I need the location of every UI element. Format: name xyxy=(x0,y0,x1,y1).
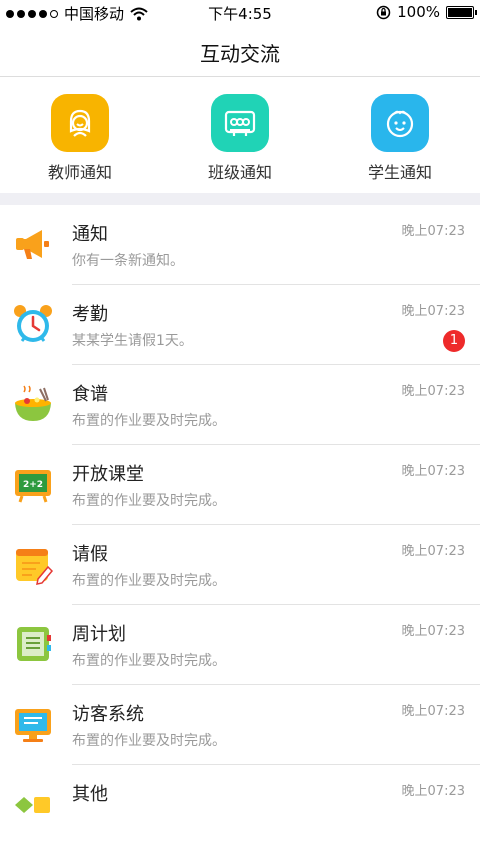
item-title: 通知 xyxy=(72,224,108,245)
class-icon xyxy=(211,94,269,152)
item-title: 其他 xyxy=(72,784,108,805)
student-icon xyxy=(371,94,429,152)
item-time: 晚上07:23 xyxy=(401,304,465,319)
alarm-clock-icon xyxy=(14,305,52,342)
message-list: 通知 你有一条新通知。 晚上07:23 考勤 某某学生请假1天。 晚上07:23… xyxy=(0,205,480,845)
status-bar: 中国移动 下午4:55 100% xyxy=(0,0,480,26)
item-subtitle: 布置的作业要及时完成。 xyxy=(72,733,226,749)
list-item-attendance[interactable]: 考勤 某某学生请假1天。 晚上07:23 1 xyxy=(0,285,480,365)
item-subtitle: 布置的作业要及时完成。 xyxy=(72,493,226,509)
item-time: 晚上07:23 xyxy=(401,224,465,239)
item-subtitle: 布置的作业要及时完成。 xyxy=(72,573,226,589)
notebook-icon xyxy=(17,627,51,661)
shapes-icon xyxy=(15,797,50,813)
item-title: 请假 xyxy=(72,544,108,565)
item-subtitle: 某某学生请假1天。 xyxy=(72,333,193,349)
quick-teacher-notice[interactable]: 教师通知 xyxy=(0,77,160,193)
svg-text:2+2: 2+2 xyxy=(23,480,43,490)
megaphone-icon xyxy=(16,230,49,259)
quick-student-label: 学生通知 xyxy=(367,163,432,182)
blackboard-icon: 2+2 xyxy=(15,470,51,503)
list-item-notice[interactable]: 通知 你有一条新通知。 晚上07:23 xyxy=(0,205,480,285)
page-title: 互动交流 xyxy=(200,42,280,66)
item-time: 晚上07:23 xyxy=(401,464,465,479)
food-bowl-icon xyxy=(15,385,51,421)
list-item-weekly-plan[interactable]: 周计划 布置的作业要及时完成。 晚上07:23 xyxy=(0,605,480,685)
item-time: 晚上07:23 xyxy=(401,704,465,719)
quick-teacher-label: 教师通知 xyxy=(47,163,112,182)
battery-percent: 100% xyxy=(397,3,440,21)
item-subtitle: 布置的作业要及时完成。 xyxy=(72,653,226,669)
rotation-lock-icon xyxy=(376,5,391,19)
list-item-visitor-system[interactable]: 访客系统 布置的作业要及时完成。 晚上07:23 xyxy=(0,685,480,765)
nav-bar: 互动交流 xyxy=(0,26,480,77)
item-title: 食谱 xyxy=(72,384,108,405)
note-pencil-icon xyxy=(16,549,54,585)
item-time: 晚上07:23 xyxy=(401,384,465,399)
item-title: 开放课堂 xyxy=(72,464,144,485)
teacher-icon xyxy=(51,94,109,152)
quick-actions: 教师通知 班级通知 学生通知 xyxy=(0,77,480,193)
battery-icon xyxy=(446,5,477,19)
item-title: 周计划 xyxy=(72,624,126,645)
quick-class-notice[interactable]: 班级通知 xyxy=(160,77,320,193)
quick-class-label: 班级通知 xyxy=(207,163,272,182)
item-title: 考勤 xyxy=(72,304,108,325)
section-divider xyxy=(0,193,480,205)
item-time: 晚上07:23 xyxy=(401,784,465,799)
status-right: 100% xyxy=(376,3,477,21)
quick-student-notice[interactable]: 学生通知 xyxy=(320,77,480,193)
list-item-leave[interactable]: 请假 布置的作业要及时完成。 晚上07:23 xyxy=(0,525,480,605)
list-item-recipe[interactable]: 食谱 布置的作业要及时完成。 晚上07:23 xyxy=(0,365,480,445)
unread-badge: 1 xyxy=(443,330,465,352)
item-title: 访客系统 xyxy=(72,704,144,725)
item-time: 晚上07:23 xyxy=(401,624,465,639)
item-subtitle: 布置的作业要及时完成。 xyxy=(72,413,226,429)
list-item-open-class[interactable]: 2+2 开放课堂 布置的作业要及时完成。 晚上07:23 xyxy=(0,445,480,525)
item-time: 晚上07:23 xyxy=(401,544,465,559)
monitor-icon xyxy=(15,709,51,742)
item-subtitle: 你有一条新通知。 xyxy=(72,253,184,269)
list-item-other[interactable]: 其他 晚上07:23 xyxy=(0,765,480,845)
